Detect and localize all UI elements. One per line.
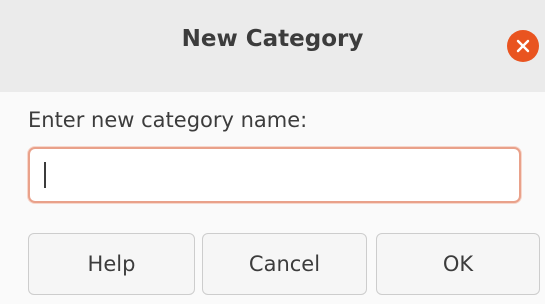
category-name-field-frame: [28, 147, 521, 203]
dialog-title: New Category: [181, 26, 364, 52]
cancel-button[interactable]: Cancel: [202, 233, 367, 295]
close-button[interactable]: [507, 30, 539, 62]
category-name-label: Enter new category name:: [28, 108, 308, 132]
close-icon: [516, 39, 530, 53]
help-button[interactable]: Help: [28, 233, 195, 295]
dialog-content: Enter new category name: Help Cancel OK: [0, 92, 545, 304]
category-name-input[interactable]: [40, 149, 514, 203]
ok-button[interactable]: OK: [376, 233, 540, 295]
text-caret: [44, 162, 46, 188]
new-category-dialog: New Category Enter new category name: He…: [0, 0, 545, 304]
dialog-titlebar: New Category: [0, 0, 545, 92]
